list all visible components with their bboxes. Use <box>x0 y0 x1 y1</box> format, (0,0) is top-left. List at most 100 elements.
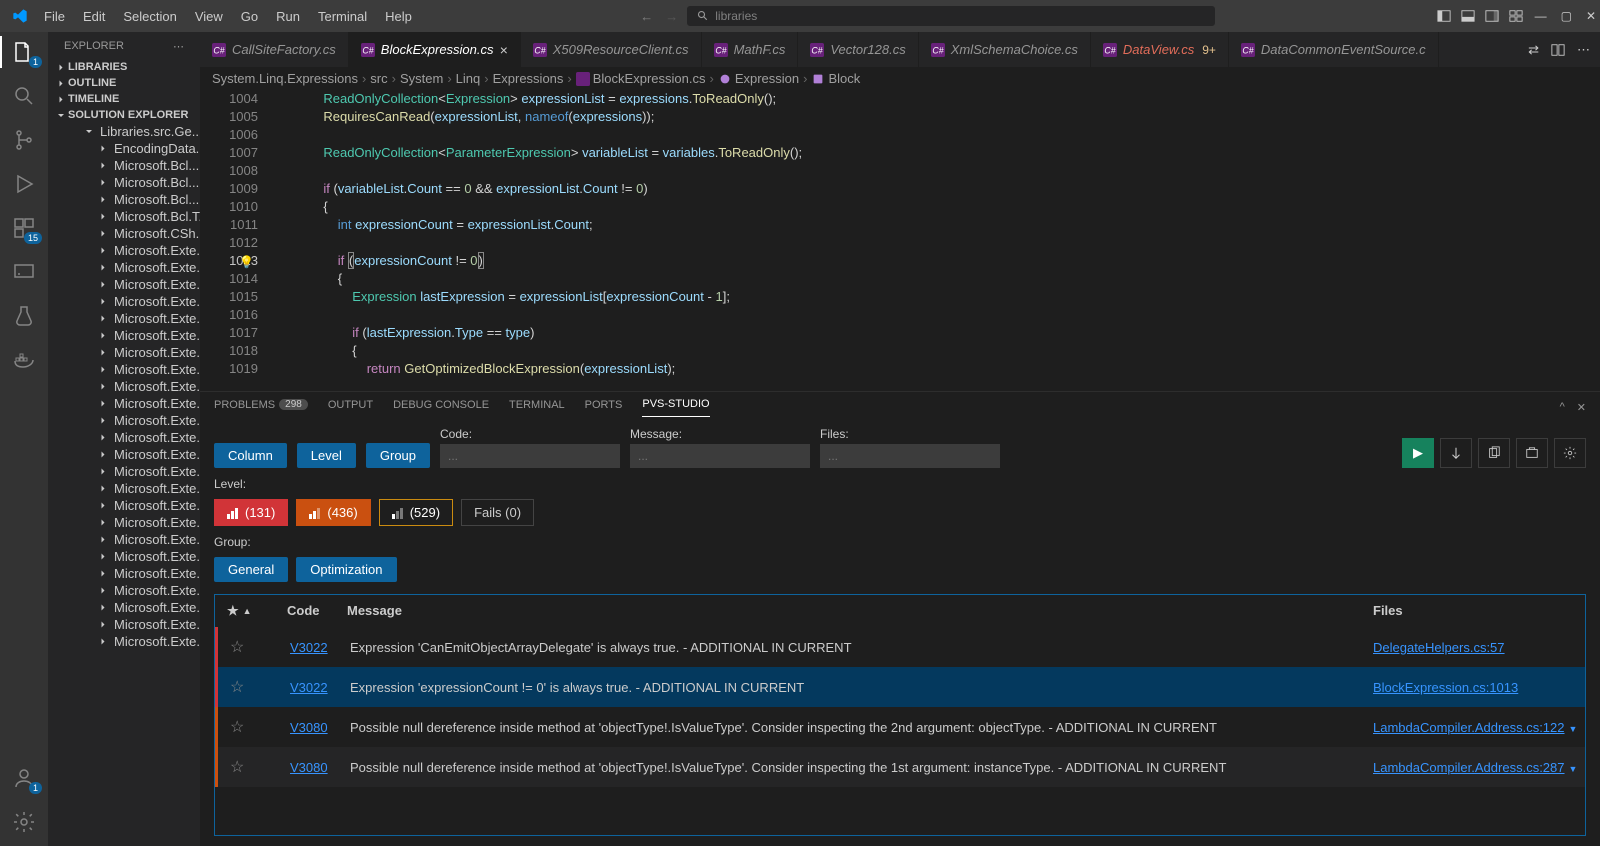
filter-message-input[interactable] <box>630 444 810 468</box>
tree-item[interactable]: Microsoft.Exte... <box>48 497 200 514</box>
activity-testing[interactable] <box>12 304 36 328</box>
pvs-copy-button[interactable] <box>1478 438 1510 468</box>
minimap[interactable] <box>1520 90 1600 391</box>
group-general-button[interactable]: General <box>214 557 288 582</box>
panel-bottom-icon[interactable] <box>1461 9 1475 23</box>
tab-more-icon[interactable]: ⋯ <box>1577 42 1590 58</box>
tree-item[interactable]: Microsoft.Exte... <box>48 480 200 497</box>
split-icon[interactable] <box>1551 43 1565 57</box>
breadcrumb-item[interactable]: BlockExpression.cs <box>576 71 706 86</box>
tree-item[interactable]: Microsoft.Exte... <box>48 599 200 616</box>
tab-DataCommonEventSource.c[interactable]: C#DataCommonEventSource.c <box>1229 32 1439 67</box>
section-timeline[interactable]: TIMELINE <box>48 91 200 107</box>
pvs-group-button[interactable]: Group <box>366 443 430 468</box>
tab-overflow-icon[interactable]: ⇄ <box>1528 42 1539 58</box>
section-outline[interactable]: OUTLINE <box>48 75 200 91</box>
tree-item[interactable]: Microsoft.Exte... <box>48 429 200 446</box>
panel-tab-terminal[interactable]: TERMINAL <box>509 399 565 417</box>
more-icon[interactable]: ⋯ <box>173 40 184 53</box>
panel-close-icon[interactable]: ✕ <box>1577 401 1586 414</box>
layout-custom-icon[interactable] <box>1509 9 1523 23</box>
tree-item[interactable]: Microsoft.Exte... <box>48 276 200 293</box>
tree-item[interactable]: Microsoft.Exte... <box>48 310 200 327</box>
pvs-open-button[interactable] <box>1516 438 1548 468</box>
window-controls[interactable]: — ▢ ✕ <box>1535 9 1596 23</box>
breadcrumb[interactable]: System.Linq.Expressions›src›System›Linq›… <box>200 67 1600 90</box>
tab-BlockExpression.cs[interactable]: C#BlockExpression.cs× <box>349 32 521 67</box>
menu-file[interactable]: File <box>36 5 73 28</box>
tab-X509ResourceClient.cs[interactable]: C#X509ResourceClient.cs <box>521 32 702 67</box>
result-row[interactable]: ☆V3022Expression 'expressionCount != 0' … <box>215 667 1585 707</box>
filter-files-input[interactable] <box>820 444 1000 468</box>
menu-terminal[interactable]: Terminal <box>310 5 375 28</box>
star-icon[interactable]: ☆ <box>230 639 244 656</box>
tree-item[interactable]: Microsoft.Exte... <box>48 361 200 378</box>
tree-item[interactable]: Microsoft.Exte... <box>48 327 200 344</box>
breadcrumb-item[interactable]: src <box>370 71 387 86</box>
file-dropdown-icon[interactable]: ▼ <box>1569 724 1578 734</box>
breadcrumb-item[interactable]: System <box>400 71 443 86</box>
tree-item[interactable]: Microsoft.Bcl.... <box>48 174 200 191</box>
star-header-icon[interactable]: ★ <box>227 603 239 619</box>
group-optimization-button[interactable]: Optimization <box>296 557 396 582</box>
activity-search[interactable] <box>12 84 36 108</box>
file-link[interactable]: LambdaCompiler.Address.cs:287 <box>1373 760 1565 775</box>
tree-item[interactable]: Microsoft.Bcl.... <box>48 191 200 208</box>
tree-item[interactable]: Microsoft.Bcl.T... <box>48 208 200 225</box>
tree-item[interactable]: Microsoft.Exte... <box>48 242 200 259</box>
star-icon[interactable]: ☆ <box>230 759 244 776</box>
tree-item[interactable]: Microsoft.Exte... <box>48 582 200 599</box>
tree-item[interactable]: Microsoft.Exte... <box>48 378 200 395</box>
file-link[interactable]: DelegateHelpers.cs:57 <box>1373 640 1505 655</box>
menu-go[interactable]: Go <box>233 5 266 28</box>
activity-docker[interactable] <box>12 348 36 372</box>
nav-back-icon[interactable]: ← <box>640 9 653 24</box>
menu-view[interactable]: View <box>187 5 231 28</box>
tree-item[interactable]: Microsoft.Exte... <box>48 293 200 310</box>
level-low-button[interactable]: (529) <box>379 499 453 526</box>
activity-remote[interactable] <box>12 260 36 284</box>
level-medium-button[interactable]: (436) <box>296 499 370 526</box>
tree-item[interactable]: Microsoft.Exte... <box>48 395 200 412</box>
tree-item[interactable]: Microsoft.Exte... <box>48 412 200 429</box>
tree-item[interactable]: Microsoft.Exte... <box>48 344 200 361</box>
tab-DataView.cs[interactable]: C#DataView.cs9+ <box>1091 32 1229 67</box>
pvs-level-button[interactable]: Level <box>297 443 356 468</box>
code-editor[interactable]: ReadOnlyCollection<Expression> expressio… <box>280 90 1520 391</box>
code-link[interactable]: V3022 <box>290 640 328 655</box>
tab-MathF.cs[interactable]: C#MathF.cs <box>702 32 799 67</box>
layout-controls[interactable] <box>1437 9 1523 23</box>
command-center-search[interactable]: libraries <box>686 5 1216 27</box>
panel-right-icon[interactable] <box>1485 9 1499 23</box>
tree-item[interactable]: Microsoft.Bcl.... <box>48 157 200 174</box>
minimize-icon[interactable]: — <box>1535 9 1547 23</box>
activity-settings[interactable] <box>12 810 36 834</box>
tab-close-icon[interactable]: × <box>500 42 508 58</box>
maximize-icon[interactable]: ▢ <box>1561 9 1572 23</box>
lightbulb-icon[interactable]: 💡 <box>239 253 254 271</box>
pvs-gear-button[interactable] <box>1554 438 1586 468</box>
file-link[interactable]: BlockExpression.cs:1013 <box>1373 680 1518 695</box>
level-fails-button[interactable]: Fails (0) <box>461 499 534 526</box>
pvs-column-button[interactable]: Column <box>214 443 287 468</box>
menu-edit[interactable]: Edit <box>75 5 113 28</box>
file-dropdown-icon[interactable]: ▼ <box>1569 764 1578 774</box>
tab-Vector128.cs[interactable]: C#Vector128.cs <box>798 32 918 67</box>
level-high-button[interactable]: (131) <box>214 499 288 526</box>
code-link[interactable]: V3080 <box>290 720 328 735</box>
tree-item[interactable]: Microsoft.Exte... <box>48 463 200 480</box>
tree-item[interactable]: Microsoft.Exte... <box>48 548 200 565</box>
panel-left-icon[interactable] <box>1437 9 1451 23</box>
activity-account[interactable]: 1 <box>12 766 36 790</box>
close-icon[interactable]: ✕ <box>1586 9 1596 23</box>
activity-run[interactable] <box>12 172 36 196</box>
tree-item[interactable]: Microsoft.Exte... <box>48 565 200 582</box>
code-link[interactable]: V3080 <box>290 760 328 775</box>
tree-item[interactable]: Microsoft.Exte... <box>48 259 200 276</box>
breadcrumb-item[interactable]: Block <box>811 71 860 86</box>
section-libraries[interactable]: LIBRARIES <box>48 59 200 75</box>
menu-run[interactable]: Run <box>268 5 308 28</box>
filter-code-input[interactable] <box>440 444 620 468</box>
panel-tab-problems[interactable]: PROBLEMS298 <box>214 399 308 417</box>
menu-help[interactable]: Help <box>377 5 420 28</box>
